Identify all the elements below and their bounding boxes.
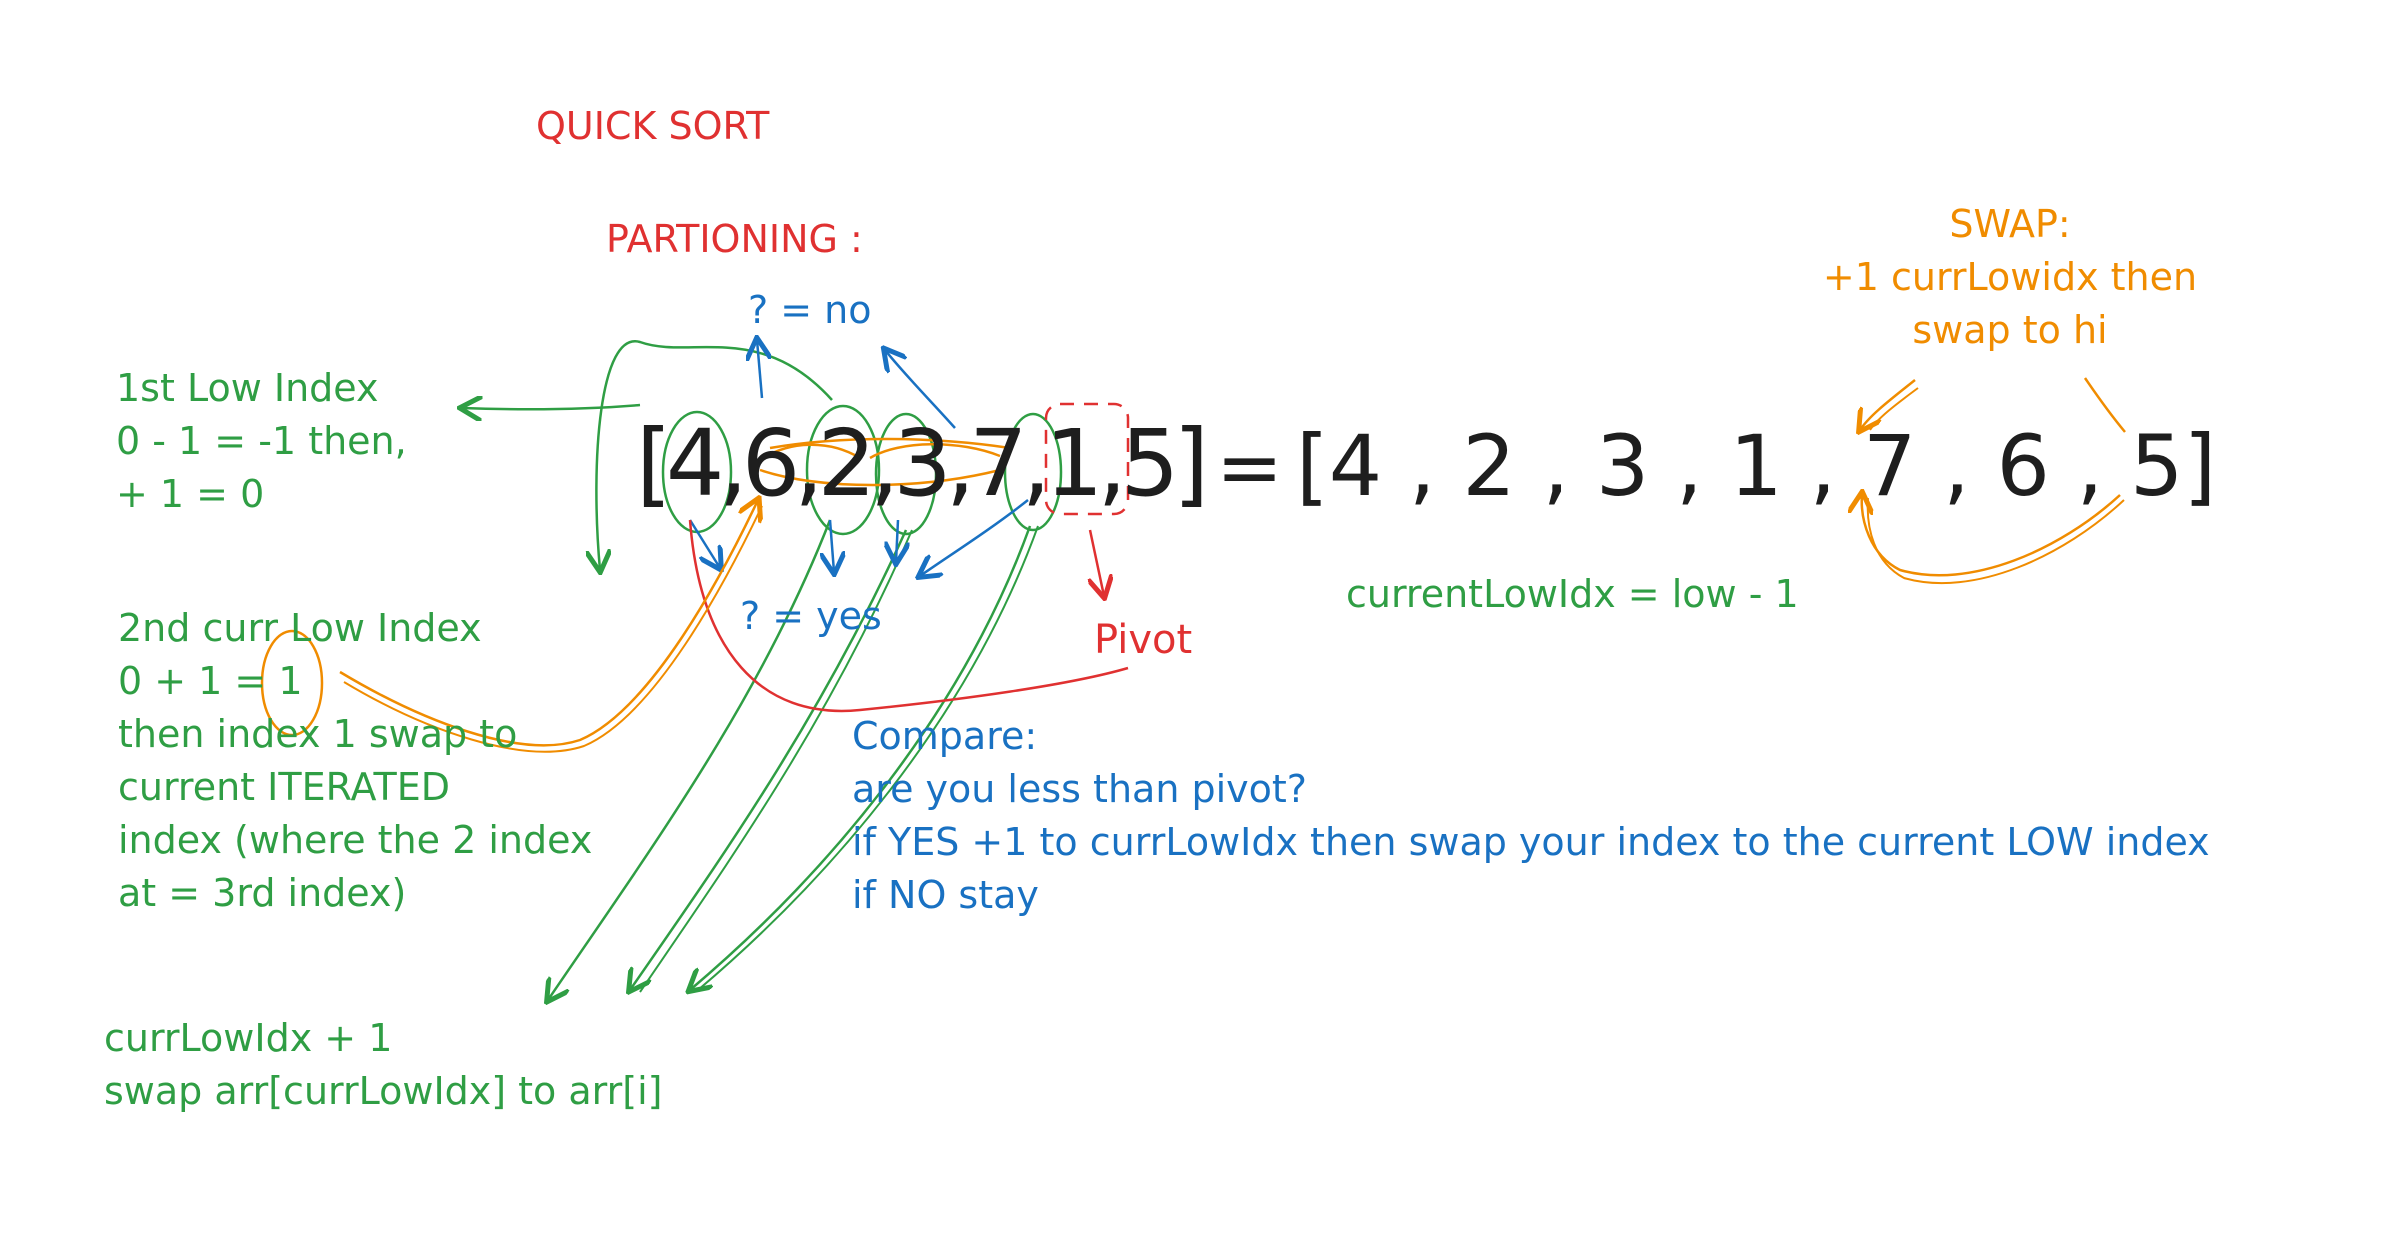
array-separator: , — [718, 410, 747, 517]
bracket-close: ] — [1173, 410, 1209, 517]
note-line: then index 1 swap to — [118, 712, 518, 756]
array-item: 4 — [665, 410, 724, 517]
note-line: if NO stay — [852, 873, 1039, 917]
array-separator: , — [794, 410, 823, 517]
array-item: 2 — [817, 410, 876, 517]
array-item: 1 — [1044, 410, 1103, 517]
note-line: current ITERATED — [118, 765, 450, 809]
note-line: swap to hi — [1912, 308, 2108, 352]
blue-arrow-up-no — [757, 340, 762, 399]
note-line: Compare: — [852, 714, 1038, 758]
note-line: 1st Low Index — [116, 366, 379, 410]
array-item: 5 — [1120, 410, 1179, 517]
array-item: 7 — [969, 410, 1027, 517]
bracket-open: [ — [636, 410, 672, 517]
current-low-idx-note: currentLowIdx = low - 1 — [1346, 572, 1799, 616]
whiteboard-canvas: QUICK SORT PARTIONING : ? = no ? = yes [… — [0, 0, 2399, 1238]
note-line: + 1 = 0 — [116, 472, 265, 516]
note-line: if YES +1 to currLowIdx then swap your i… — [852, 820, 2210, 864]
array-separator: , — [1097, 410, 1126, 517]
swap-note: SWAP: +1 currLowidx then swap to hi — [1780, 198, 2240, 357]
note-line: swap arr[currLowIdx] to arr[i] — [104, 1069, 663, 1113]
note-line: 0 - 1 = -1 then, — [116, 419, 407, 463]
note-line: are you less than pivot? — [852, 767, 1307, 811]
arrow-to-first-low — [462, 405, 641, 409]
input-array: [4,6,2,3,7,1,5] — [636, 418, 1209, 510]
curr-low-plus-note: currLowIdx + 1 swap arr[currLowIdx] to a… — [104, 1012, 662, 1118]
note-line: +1 currLowidx then — [1822, 255, 2198, 299]
array-separator: , — [1021, 410, 1051, 517]
partitioning-heading: PARTIONING : — [606, 217, 863, 261]
equals-sign: = — [1216, 421, 1284, 514]
page-title: QUICK SORT — [536, 104, 770, 148]
array-item: 3 — [893, 410, 951, 517]
note-line: currLowIdx + 1 — [104, 1016, 393, 1060]
question-yes-label: ? = yes — [740, 594, 882, 638]
first-low-index-note: 1st Low Index 0 - 1 = -1 then, + 1 = 0 — [116, 362, 407, 521]
question-no-label: ? = no — [748, 288, 872, 332]
red-arrow-pivot — [1090, 529, 1104, 596]
note-line: index (where the 2 index — [118, 818, 593, 862]
second-low-index-note: 2nd curr Low Index 0 + 1 = 1 then index … — [118, 602, 592, 920]
pivot-label: Pivot — [1094, 617, 1193, 663]
note-line: 2nd curr Low Index — [118, 606, 482, 650]
note-line: 0 + 1 = 1 — [118, 659, 303, 703]
array-separator: , — [945, 410, 975, 517]
blue-arrow-down-3 — [896, 519, 898, 562]
note-line: SWAP: — [1949, 202, 2071, 246]
array-separator: , — [870, 410, 899, 517]
blue-arrow-down-2 — [830, 519, 834, 572]
note-line: at = 3rd index) — [118, 871, 407, 915]
array-item: 6 — [741, 410, 800, 517]
result-array: [4 , 2 , 3 , 1 , 7 , 6 , 5] — [1296, 417, 2217, 515]
compare-note: Compare: are you less than pivot? if YES… — [852, 710, 2210, 922]
